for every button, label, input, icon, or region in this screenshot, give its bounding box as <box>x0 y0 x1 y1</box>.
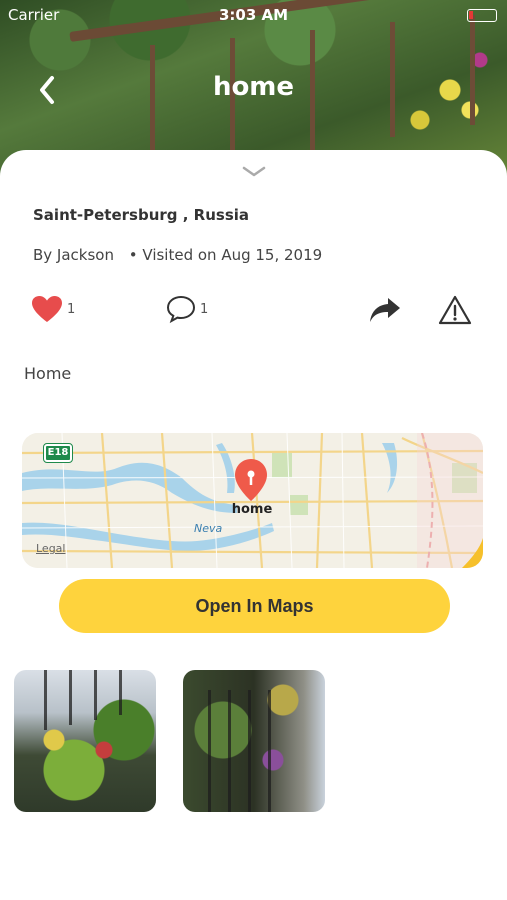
status-time: 3:03 AM <box>218 6 289 24</box>
status-carrier: Carrier <box>8 6 60 24</box>
share-button[interactable] <box>368 296 402 324</box>
map-legal-link[interactable]: Legal <box>36 542 65 555</box>
warning-triangle-icon <box>438 295 472 325</box>
river-label: Neva <box>194 522 223 535</box>
chevron-down-icon <box>242 166 266 177</box>
post-meta: By Jackson • Visited on Aug 15, 2019 <box>33 246 322 264</box>
author-text: By Jackson <box>33 246 114 264</box>
detail-sheet: Saint-Petersburg , Russia By Jackson • V… <box>0 150 507 900</box>
like-button[interactable] <box>30 294 64 324</box>
battery-icon <box>467 9 497 22</box>
action-bar: 1 1 <box>0 290 507 330</box>
page-title: home <box>212 72 295 102</box>
heart-icon <box>32 296 62 322</box>
sheet-handle[interactable] <box>240 164 268 180</box>
share-arrow-icon <box>370 298 400 322</box>
location-text: Saint-Petersburg , Russia <box>33 206 250 224</box>
map-pin-icon <box>233 457 269 503</box>
open-in-maps-button[interactable]: Open In Maps <box>59 579 450 633</box>
status-bar: Carrier 3:03 AM <box>0 0 507 30</box>
comment-count: 1 <box>200 302 209 317</box>
report-button[interactable] <box>437 294 473 326</box>
visited-date: • Visited on Aug 15, 2019 <box>128 246 323 264</box>
location-map[interactable]: E18 Neva home Legal <box>22 433 483 568</box>
comment-bubble-icon <box>166 295 196 324</box>
route-badge: E18 <box>43 443 73 463</box>
comment-button[interactable] <box>165 294 197 324</box>
photo-thumbnail[interactable] <box>183 670 325 812</box>
post-description: Home <box>24 364 72 383</box>
like-count: 1 <box>67 302 76 317</box>
railing-post <box>470 15 475 125</box>
photo-thumbnail[interactable] <box>14 670 156 812</box>
map-pin-label: home <box>231 502 273 517</box>
